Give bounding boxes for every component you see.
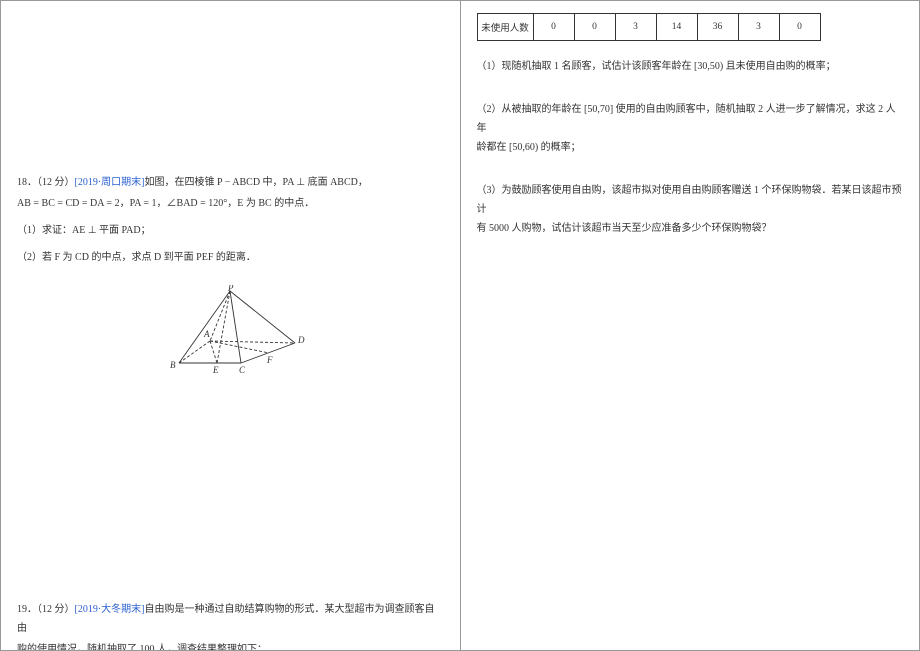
nu-0: 0	[533, 14, 574, 41]
label-E: E	[212, 365, 219, 375]
problem-19-source: [2019·大冬期末]	[75, 604, 145, 615]
problem-19-line2: 购的使用情况，随机抽取了 100 人，调查结果整理如下：	[17, 640, 444, 651]
survey-table-part2-wrap: 未使用人数 0 0 3 14 36 3 0	[477, 13, 904, 41]
label-D: D	[297, 335, 305, 345]
right-page: 未使用人数 0 0 3 14 36 3 0 （1）现随机抽取 1 名顾客，试估计…	[460, 0, 920, 651]
label-B: B	[170, 360, 176, 370]
label-P: P	[227, 285, 234, 293]
label-C: C	[239, 365, 246, 375]
notused-label: 未使用人数	[477, 14, 533, 41]
spacer-mid	[17, 400, 444, 600]
survey-notused-row: 未使用人数 0 0 3 14 36 3 0	[477, 14, 820, 41]
problem-18-q1: （1）求证：AE ⊥ 平面 PAD；	[17, 221, 444, 240]
q3-line-b: 有 5000 人购物，试估计该超市当天至少应准备多少个环保购物袋？	[477, 219, 904, 238]
nu-4: 36	[697, 14, 738, 41]
problem-19-q2: （2）从被抽取的年龄在 [50,70] 使用的自由购顾客中，随机抽取 2 人进一…	[477, 100, 904, 157]
problem-18-text1: 如图，在四棱锥 P − ABCD 中，PA ⊥ 底面 ABCD，	[145, 177, 368, 188]
top-spacer	[17, 13, 444, 173]
q3-line-a: （3）为鼓励顾客使用自由购，该超市拟对使用自由购顾客赠送 1 个环保购物袋．若某…	[477, 181, 904, 219]
problem-19-q1: （1）现随机抽取 1 名顾客，试估计该顾客年龄在 [30,50) 且未使用自由购…	[477, 57, 904, 76]
q2-line-a: （2）从被抽取的年龄在 [50,70] 使用的自由购顾客中，随机抽取 2 人进一…	[477, 100, 904, 138]
problem-19-number: 19．（12 分）	[17, 604, 75, 615]
left-page: 18．（12 分）[2019·周口期末]如图，在四棱锥 P − ABCD 中，P…	[0, 0, 460, 651]
problem-18-line2: AB = BC = CD = DA = 2，PA = 1，∠BAD = 120°…	[17, 194, 444, 213]
q2-line-b: 龄都在 [50,60) 的概率；	[477, 138, 904, 157]
nu-6: 0	[779, 14, 820, 41]
label-A: A	[203, 329, 210, 339]
nu-5: 3	[738, 14, 779, 41]
pyramid-figure: P A B E C F D	[17, 285, 444, 382]
problem-19-line1: 19．（12 分）[2019·大冬期末]自由购是一种通过自助结算购物的形式．某大…	[17, 600, 444, 638]
nu-2: 3	[615, 14, 656, 41]
pyramid-svg: P A B E C F D	[155, 285, 305, 375]
problem-19-q3: （3）为鼓励顾客使用自由购，该超市拟对使用自由购顾客赠送 1 个环保购物袋．若某…	[477, 181, 904, 238]
problem-19-intro: 19．（12 分）[2019·大冬期末]自由购是一种通过自助结算购物的形式．某大…	[17, 600, 444, 651]
problem-18-number: 18．（12 分）	[17, 177, 75, 188]
problem-18-line1: 18．（12 分）[2019·周口期末]如图，在四棱锥 P − ABCD 中，P…	[17, 173, 444, 192]
problem-18-q2: （2）若 F 为 CD 的中点，求点 D 到平面 PEF 的距离．	[17, 248, 444, 267]
problem-18-source: [2019·周口期末]	[75, 177, 145, 188]
nu-1: 0	[574, 14, 615, 41]
nu-3: 14	[656, 14, 697, 41]
label-F: F	[266, 355, 273, 365]
survey-table-part2: 未使用人数 0 0 3 14 36 3 0	[477, 13, 821, 41]
problem-18: 18．（12 分）[2019·周口期末]如图，在四棱锥 P − ABCD 中，P…	[17, 173, 444, 382]
